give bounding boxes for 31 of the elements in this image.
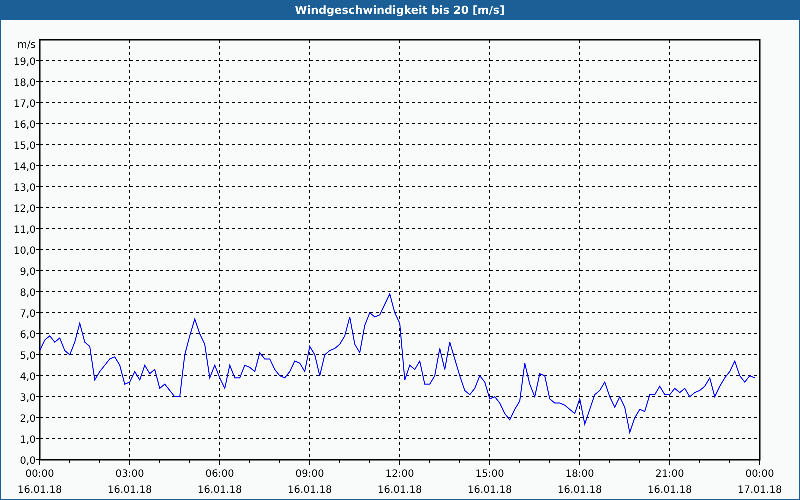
x-tick-label: 21:00 16.01.18	[648, 469, 692, 496]
x-tick-label: 03:00 16.01.18	[108, 469, 152, 496]
y-tick-label: 8,0	[20, 288, 36, 299]
y-tick-label: 10,0	[14, 246, 36, 257]
y-tick-label: 11,0	[14, 225, 36, 236]
x-tick-label: 18:00 16.01.18	[558, 469, 602, 496]
x-tick-label: 06:00 16.01.18	[198, 469, 242, 496]
x-tick-label: 12:00 16.01.18	[378, 469, 422, 496]
x-tick-label: 00:00 17.01.18	[738, 469, 782, 496]
y-tick-label: 12,0	[14, 204, 36, 215]
y-tick-label: 2,0	[20, 414, 36, 425]
y-tick-label: 15,0	[14, 141, 36, 152]
y-axis-unit: m/s	[18, 40, 36, 51]
y-tick-label: 14,0	[14, 162, 36, 173]
y-tick-label: 13,0	[14, 183, 36, 194]
y-tick-label: 1,0	[20, 435, 36, 446]
y-tick-label: 5,0	[20, 351, 36, 362]
y-tick-label: 0,0	[20, 456, 36, 467]
x-tick-label: 15:00 16.01.18	[468, 469, 512, 496]
y-tick-label: 9,0	[20, 267, 36, 278]
y-tick-label: 6,0	[20, 330, 36, 341]
y-tick-label: 3,0	[20, 393, 36, 404]
y-tick-label: 19,0	[14, 57, 36, 68]
y-tick-label: 17,0	[14, 99, 36, 110]
window-title: Windgeschwindigkeit bis 20 [m/s]	[295, 4, 505, 16]
x-tick-label: 09:00 16.01.18	[288, 469, 332, 496]
y-tick-label: 7,0	[20, 309, 36, 320]
x-tick-label: 00:00 16.01.18	[18, 469, 62, 496]
y-tick-label: 18,0	[14, 78, 36, 89]
y-tick-label: 16,0	[14, 120, 36, 131]
y-tick-label: 4,0	[20, 372, 36, 383]
